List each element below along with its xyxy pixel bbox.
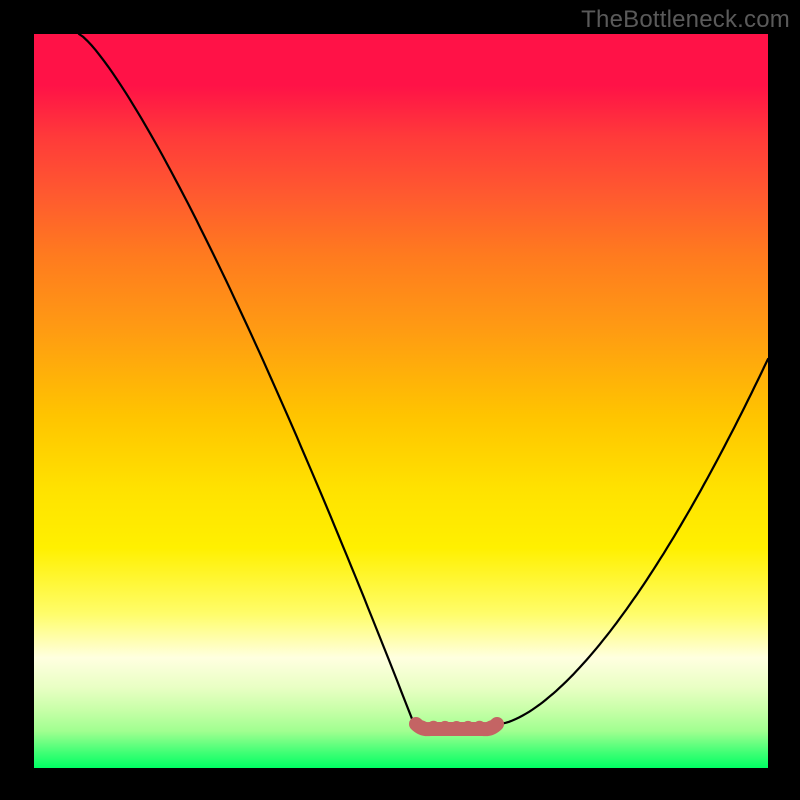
right-curve — [499, 359, 768, 724]
watermark-text: TheBottleneck.com — [581, 6, 790, 34]
flat-dot — [473, 721, 486, 734]
flat-dot — [450, 721, 463, 734]
flat-dot — [427, 721, 440, 734]
flat-dot — [416, 721, 429, 734]
flat-dot — [439, 721, 452, 734]
chart-container: TheBottleneck.com — [0, 0, 800, 800]
left-curve — [79, 34, 414, 724]
chart-svg — [34, 34, 768, 768]
flat-dot — [462, 721, 475, 734]
plot-area — [34, 34, 768, 768]
flat-dot — [485, 721, 498, 734]
